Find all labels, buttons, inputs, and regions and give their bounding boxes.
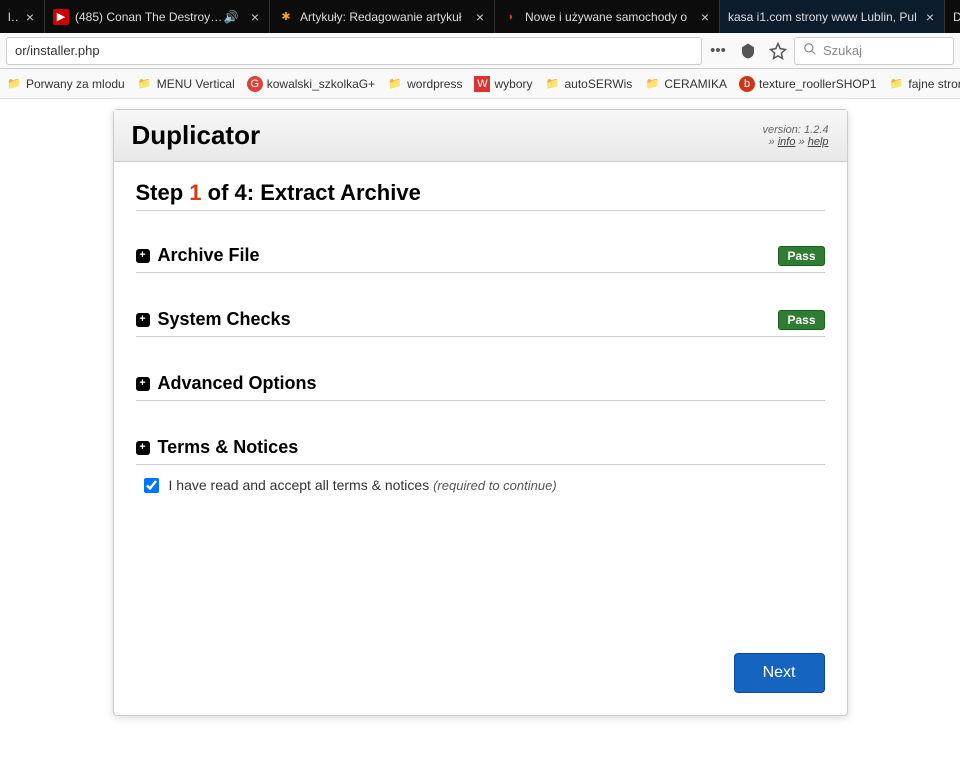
next-button[interactable]: Next: [734, 653, 825, 693]
tab-title: kasa i1.com strony www Lublin, Pul: [728, 10, 918, 24]
bookmark-label: fajne strony: [908, 77, 960, 91]
folder-icon: 📁: [387, 76, 403, 92]
tab-title: Artykuły: Redagowanie artykuł: [300, 10, 468, 24]
version-text: version: 1.2.4: [762, 124, 828, 136]
step-number: 1: [189, 180, 201, 205]
step-prefix: Step: [136, 180, 190, 205]
bookmark-label: kowalski_szkolkaG+: [267, 77, 375, 91]
folder-icon: 📁: [6, 76, 22, 92]
tab-0[interactable]: lia ×: [0, 0, 45, 33]
footer: Next: [136, 493, 825, 693]
terms-note: (required to continue): [433, 478, 557, 493]
bookmark-item[interactable]: 📁 CERAMIKA: [644, 76, 727, 92]
close-icon[interactable]: ×: [922, 9, 938, 25]
bookmark-label: autoSERWis: [565, 77, 633, 91]
toolbar-actions: •••: [708, 41, 788, 61]
bookmark-label: wybory: [494, 77, 532, 91]
tab-title: Nowe i używane samochody o: [525, 10, 693, 24]
bookmark-item[interactable]: 📁 autoSERWis: [545, 76, 633, 92]
pocket-icon[interactable]: [738, 41, 758, 61]
close-icon[interactable]: ×: [22, 9, 38, 25]
expand-icon[interactable]: +: [136, 313, 150, 327]
tab-1[interactable]: ▶ (485) Conan The Destroyer - 🔊 ×: [45, 0, 270, 33]
folder-icon: 📁: [888, 76, 904, 92]
status-badge: Pass: [778, 246, 824, 266]
section-advanced[interactable]: + Advanced Options: [136, 367, 825, 401]
bookmark-item[interactable]: 📁 MENU Vertical: [137, 76, 235, 92]
expand-icon[interactable]: +: [136, 441, 150, 455]
close-icon[interactable]: ×: [472, 9, 488, 25]
folder-icon: 📁: [137, 76, 153, 92]
bookmark-label: texture_roollerSHOP1: [759, 77, 876, 91]
section-title: Archive File: [158, 245, 260, 266]
folder-icon: 📁: [545, 76, 561, 92]
search-placeholder: Szukaj: [823, 43, 862, 58]
bookmark-label: MENU Vertical: [157, 77, 235, 91]
joomla-icon: ✱: [278, 9, 294, 25]
expand-icon[interactable]: +: [136, 377, 150, 391]
bookmark-item[interactable]: 📁 wordpress: [387, 76, 462, 92]
bookmarks-bar: 📁 Porwany za mlodu 📁 MENU Vertical Gkowals…: [0, 69, 960, 99]
youtube-icon: ▶: [53, 9, 69, 25]
status-badge: Pass: [778, 310, 824, 330]
gplus-icon: G: [247, 76, 263, 92]
panel-body: Step 1 of 4: Extract Archive + Archive F…: [114, 162, 847, 715]
tab-4[interactable]: kasa i1.com strony www Lublin, Pul ×: [720, 0, 945, 33]
search-input[interactable]: Szukaj: [794, 37, 954, 65]
bookmark-item[interactable]: 📁 fajne strony: [888, 76, 960, 92]
url-text: or/installer.php: [15, 43, 100, 58]
help-link[interactable]: help: [808, 136, 829, 148]
app-title: Duplicator: [132, 120, 261, 151]
terms-checkbox[interactable]: [144, 478, 159, 493]
tab-title: D: [953, 10, 960, 24]
bookmark-item[interactable]: b texture_roollerSHOP1: [739, 76, 876, 92]
bookmark-label: wordpress: [407, 77, 462, 91]
sound-icon[interactable]: 🔊: [223, 9, 239, 25]
browser-tabs: lia × ▶ (485) Conan The Destroyer - 🔊 × …: [0, 0, 960, 33]
section-title: System Checks: [158, 309, 291, 330]
installer-panel: Duplicator version: 1.2.4 » info » help …: [113, 109, 848, 716]
url-bar[interactable]: or/installer.php: [6, 37, 702, 65]
panel-header: Duplicator version: 1.2.4 » info » help: [114, 110, 847, 162]
folder-icon: 📁: [644, 76, 660, 92]
bookmark-label: Porwany za mlodu: [26, 77, 125, 91]
star-icon[interactable]: [768, 41, 788, 61]
terms-label: I have read and accept all terms & notic…: [169, 477, 434, 493]
tab-title: lia: [8, 10, 18, 24]
step-title: Step 1 of 4: Extract Archive: [136, 180, 825, 211]
browser-toolbar: or/installer.php ••• Szukaj: [0, 33, 960, 69]
section-terms[interactable]: + Terms & Notices: [136, 431, 825, 465]
expand-icon[interactable]: +: [136, 249, 150, 263]
section-title: Advanced Options: [158, 373, 317, 394]
close-icon[interactable]: ×: [697, 9, 713, 25]
more-icon[interactable]: •••: [708, 41, 728, 61]
search-icon: [803, 42, 817, 59]
car-icon: ◗: [503, 9, 519, 25]
bookmark-item[interactable]: Wwybory: [474, 76, 532, 92]
bookmark-item[interactable]: Gkowalski_szkolkaG+: [247, 76, 375, 92]
viewport: Duplicator version: 1.2.4 » info » help …: [0, 99, 960, 758]
tab-5[interactable]: D: [945, 0, 960, 33]
terms-row: I have read and accept all terms & notic…: [136, 471, 825, 493]
tab-title: (485) Conan The Destroyer -: [75, 10, 223, 24]
wybory-icon: W: [474, 76, 490, 92]
bookmark-label: CERAMIKA: [664, 77, 727, 91]
bookmark-item[interactable]: 📁 Porwany za mlodu: [6, 76, 125, 92]
info-link[interactable]: info: [778, 136, 796, 148]
tab-2[interactable]: ✱ Artykuły: Redagowanie artykuł ×: [270, 0, 495, 33]
header-meta: version: 1.2.4 » info » help: [762, 124, 828, 148]
section-title: Terms & Notices: [158, 437, 299, 458]
close-icon[interactable]: ×: [247, 9, 263, 25]
section-archive[interactable]: + Archive File Pass: [136, 239, 825, 273]
step-suffix: of 4: Extract Archive: [202, 180, 421, 205]
bio-icon: b: [739, 76, 755, 92]
tab-3[interactable]: ◗ Nowe i używane samochody o ×: [495, 0, 720, 33]
section-system[interactable]: + System Checks Pass: [136, 303, 825, 337]
